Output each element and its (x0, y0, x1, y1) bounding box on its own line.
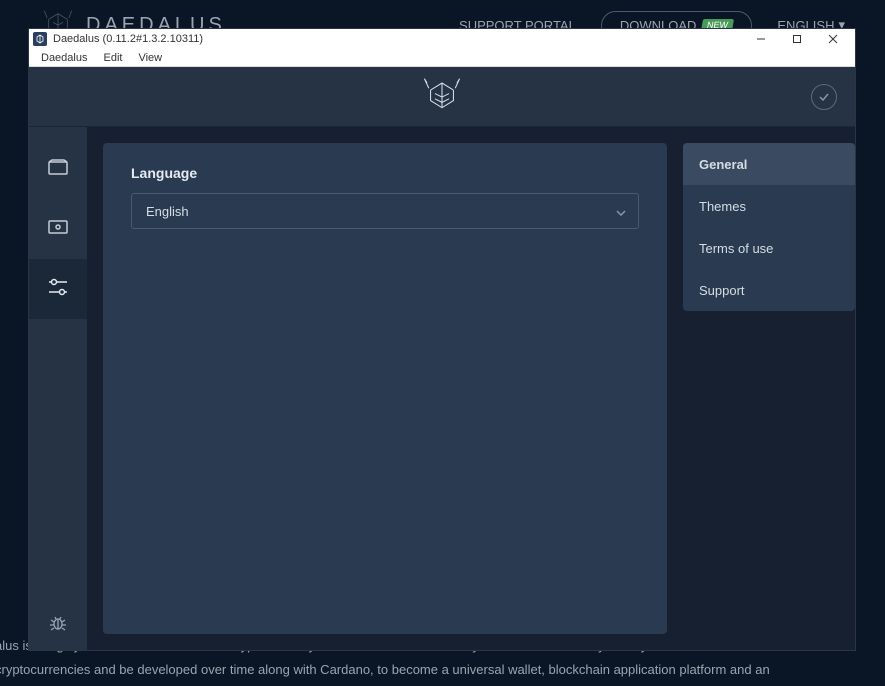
settings-nav: General Themes Terms of use Support (683, 143, 855, 311)
settings-nav-support[interactable]: Support (683, 269, 855, 311)
window-title: Daedalus (0.11.2#1.3.2.10311) (53, 33, 743, 45)
app-main: Language English General Themes Terms of… (29, 127, 855, 650)
daedalus-header-logo-icon (420, 74, 464, 119)
settings-nav-terms[interactable]: Terms of use (683, 227, 855, 269)
settings-icon (48, 278, 68, 301)
sidebar-bug-report[interactable] (29, 600, 87, 650)
maximize-button[interactable] (779, 29, 815, 49)
app-header (29, 67, 855, 127)
window-titlebar: Daedalus (0.11.2#1.3.2.10311) (29, 29, 855, 49)
chevron-down-icon (616, 204, 626, 219)
language-select-value: English (146, 204, 189, 219)
transaction-icon (48, 220, 68, 239)
app-icon (33, 32, 47, 46)
language-label: Language (131, 165, 639, 181)
window-menubar: Daedalus Edit View (29, 49, 855, 67)
sidebar-wallets[interactable] (29, 139, 87, 199)
content-area: Language English General Themes Terms of… (87, 127, 855, 650)
daedalus-app-window: Daedalus (0.11.2#1.3.2.10311) Daedalus E… (28, 28, 856, 651)
window-controls (743, 29, 851, 49)
minimize-button[interactable] (743, 29, 779, 49)
menu-view[interactable]: View (130, 51, 170, 65)
settings-nav-general[interactable]: General (683, 143, 855, 185)
sync-status-button[interactable] (811, 84, 837, 110)
app-body: Language English General Themes Terms of… (29, 67, 855, 650)
menu-daedalus[interactable]: Daedalus (33, 51, 95, 65)
close-button[interactable] (815, 29, 851, 49)
wallet-icon (48, 159, 68, 180)
settings-nav-themes[interactable]: Themes (683, 185, 855, 227)
sidebar-spacer (29, 319, 87, 600)
settings-panel: Language English (103, 143, 667, 634)
menu-edit[interactable]: Edit (95, 51, 130, 65)
sidebar-transactions[interactable] (29, 199, 87, 259)
footer-line-2: cryptocurrencies and be developed over t… (0, 658, 885, 681)
language-select[interactable]: English (131, 193, 639, 229)
bug-icon (49, 614, 67, 637)
sidebar-settings[interactable] (29, 259, 87, 319)
sidebar (29, 127, 87, 650)
